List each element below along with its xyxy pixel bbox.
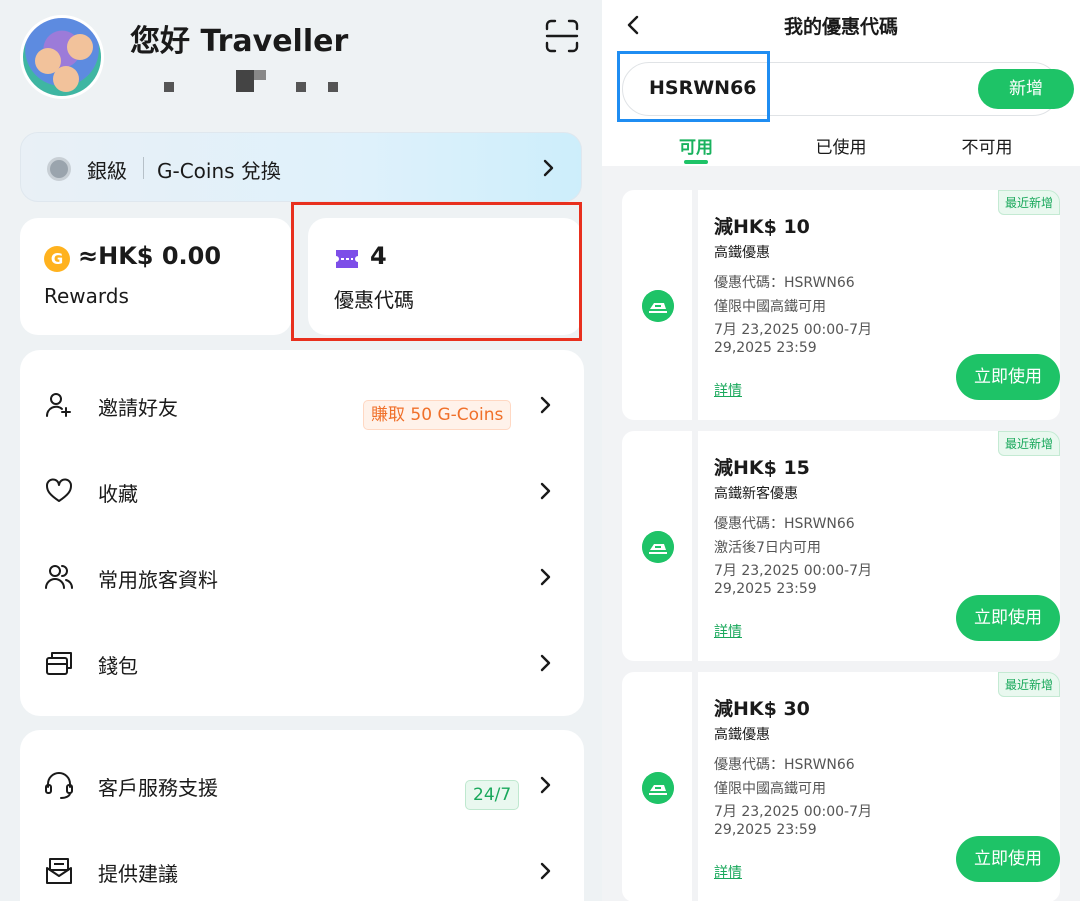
back-arrow-icon[interactable]	[624, 14, 644, 36]
feedback-icon	[46, 858, 72, 884]
chevron-right-icon	[540, 482, 551, 500]
train-icon	[642, 531, 674, 563]
details-link[interactable]: 詳情	[714, 380, 742, 400]
new-badge: 最近新增	[997, 190, 1060, 215]
coupon-validity: 7月 23,2025 00:00-7月	[714, 322, 873, 338]
promo-header: 我的優惠代碼 新增 可用 已使用 不可用	[602, 0, 1080, 166]
menu-label: 邀請好友	[98, 396, 178, 420]
menu-label: 收藏	[98, 482, 138, 506]
menu-item-invite[interactable]: 邀請好友 賺取 50 G-Coins	[20, 362, 584, 448]
chevron-right-icon	[540, 862, 551, 880]
tier-level: 銀級	[87, 159, 127, 183]
use-now-button[interactable]: 立即使用	[956, 354, 1060, 400]
coupon-title: 減HK$ 10	[714, 216, 810, 238]
tab-available[interactable]: 可用	[636, 133, 756, 158]
menu-item-favorites[interactable]: 收藏	[20, 448, 584, 534]
menu-list: 邀請好友 賺取 50 G-Coins 收藏 常用旅客資料 錢包	[20, 350, 584, 716]
chevron-right-icon	[540, 654, 551, 672]
support-hours-badge: 24/7	[465, 780, 520, 810]
support-list: 客戶服務支援 24/7 提供建議	[20, 730, 584, 901]
users-icon	[45, 565, 73, 589]
highlight-box	[291, 202, 582, 341]
menu-label: 客戶服務支援	[98, 776, 218, 800]
add-user-icon	[45, 393, 71, 417]
active-tab-indicator	[684, 160, 708, 164]
rewards-amount: ≈HK$ 0.00	[78, 242, 222, 270]
coupon-card: 最近新增 減HK$ 10 高鐵優惠 優惠代碼：HSRWN66 僅限中國高鐵可用 …	[622, 190, 1060, 420]
heart-icon	[46, 478, 72, 502]
page-title: 我的優惠代碼	[783, 16, 898, 38]
greeting-title: 您好 Traveller	[130, 24, 349, 59]
coupon-code: 優惠代碼：HSRWN66	[714, 275, 855, 291]
coupon-condition: 僅限中國高鐵可用	[714, 299, 826, 315]
details-link[interactable]: 詳情	[714, 862, 742, 882]
menu-label: 錢包	[98, 654, 138, 678]
scan-icon[interactable]	[544, 18, 580, 54]
coupon-body: 最近新增 減HK$ 30 高鐵優惠 優惠代碼：HSRWN66 僅限中國高鐵可用 …	[698, 672, 1060, 901]
highlight-box	[617, 51, 770, 122]
chevron-right-icon	[540, 396, 551, 414]
use-now-button[interactable]: 立即使用	[956, 595, 1060, 641]
coupon-stub	[622, 672, 692, 901]
coupon-title: 減HK$ 30	[714, 698, 810, 720]
account-pane: 您好 Traveller 銀級 G-Coins 兌換 G ≈HK$ 0.00 R…	[0, 0, 602, 901]
headset-icon	[45, 772, 73, 799]
coupon-stub	[622, 190, 692, 420]
coupon-validity: 29,2025 23:59	[714, 340, 817, 356]
coupon-code: 優惠代碼：HSRWN66	[714, 757, 855, 773]
menu-item-travelers[interactable]: 常用旅客資料	[20, 534, 584, 620]
tab-used[interactable]: 已使用	[781, 133, 901, 158]
earn-badge: 賺取 50 G-Coins	[363, 400, 512, 430]
rewards-label: Rewards	[44, 284, 129, 308]
coupon-body: 最近新增 減HK$ 15 高鐵新客優惠 優惠代碼：HSRWN66 激活後7日内可…	[698, 431, 1060, 661]
new-badge: 最近新增	[997, 672, 1060, 697]
chevron-right-icon	[543, 159, 554, 177]
train-icon	[642, 290, 674, 322]
add-code-button[interactable]: 新增	[978, 69, 1074, 109]
menu-label: 常用旅客資料	[98, 568, 218, 592]
menu-item-wallet[interactable]: 錢包	[20, 620, 584, 706]
tab-unavailable[interactable]: 不可用	[927, 133, 1047, 158]
wallet-icon	[46, 652, 72, 675]
gcoin-icon: G	[44, 246, 70, 272]
rewards-card[interactable]: G ≈HK$ 0.00 Rewards	[20, 218, 292, 335]
coupon-title: 減HK$ 15	[714, 457, 810, 479]
coupon-validity: 29,2025 23:59	[714, 822, 817, 838]
chevron-right-icon	[540, 776, 551, 794]
coupon-subtitle: 高鐵優惠	[714, 727, 770, 743]
avatar-face	[67, 34, 93, 60]
menu-item-feedback[interactable]: 提供建議	[20, 828, 584, 901]
coupon-condition: 僅限中國高鐵可用	[714, 781, 826, 797]
coupon-body: 最近新增 減HK$ 10 高鐵優惠 優惠代碼：HSRWN66 僅限中國高鐵可用 …	[698, 190, 1060, 420]
chevron-right-icon	[540, 568, 551, 586]
avatar[interactable]	[20, 15, 104, 99]
coupon-condition: 激活後7日内可用	[714, 540, 821, 556]
divider	[143, 157, 144, 179]
menu-label: 提供建議	[98, 862, 178, 886]
avatar-face	[53, 66, 79, 92]
coupon-validity: 29,2025 23:59	[714, 581, 817, 597]
details-link[interactable]: 詳情	[714, 621, 742, 641]
pixelated-username	[160, 70, 350, 96]
promo-codes-pane: 我的優惠代碼 新增 可用 已使用 不可用 最近新增 減HK$ 10 高鐵優惠 優…	[602, 0, 1080, 901]
coupon-card: 最近新增 減HK$ 15 高鐵新客優惠 優惠代碼：HSRWN66 激活後7日内可…	[622, 431, 1060, 661]
use-now-button[interactable]: 立即使用	[956, 836, 1060, 882]
gcoins-redeem-link[interactable]: G-Coins 兌換	[157, 155, 281, 184]
coupon-subtitle: 高鐵新客優惠	[714, 486, 798, 502]
coupon-stub	[622, 431, 692, 661]
coupon-validity: 7月 23,2025 00:00-7月	[714, 563, 873, 579]
tier-bar[interactable]: 銀級 G-Coins 兌換	[20, 132, 582, 202]
coupon-validity: 7月 23,2025 00:00-7月	[714, 804, 873, 820]
coupon-card: 最近新增 減HK$ 30 高鐵優惠 優惠代碼：HSRWN66 僅限中國高鐵可用 …	[622, 672, 1060, 901]
train-icon	[642, 772, 674, 804]
coupon-subtitle: 高鐵優惠	[714, 245, 770, 261]
new-badge: 最近新增	[997, 431, 1060, 456]
menu-item-support[interactable]: 客戶服務支援 24/7	[20, 742, 584, 828]
silver-coin-icon	[47, 157, 71, 181]
coupon-code: 優惠代碼：HSRWN66	[714, 516, 855, 532]
